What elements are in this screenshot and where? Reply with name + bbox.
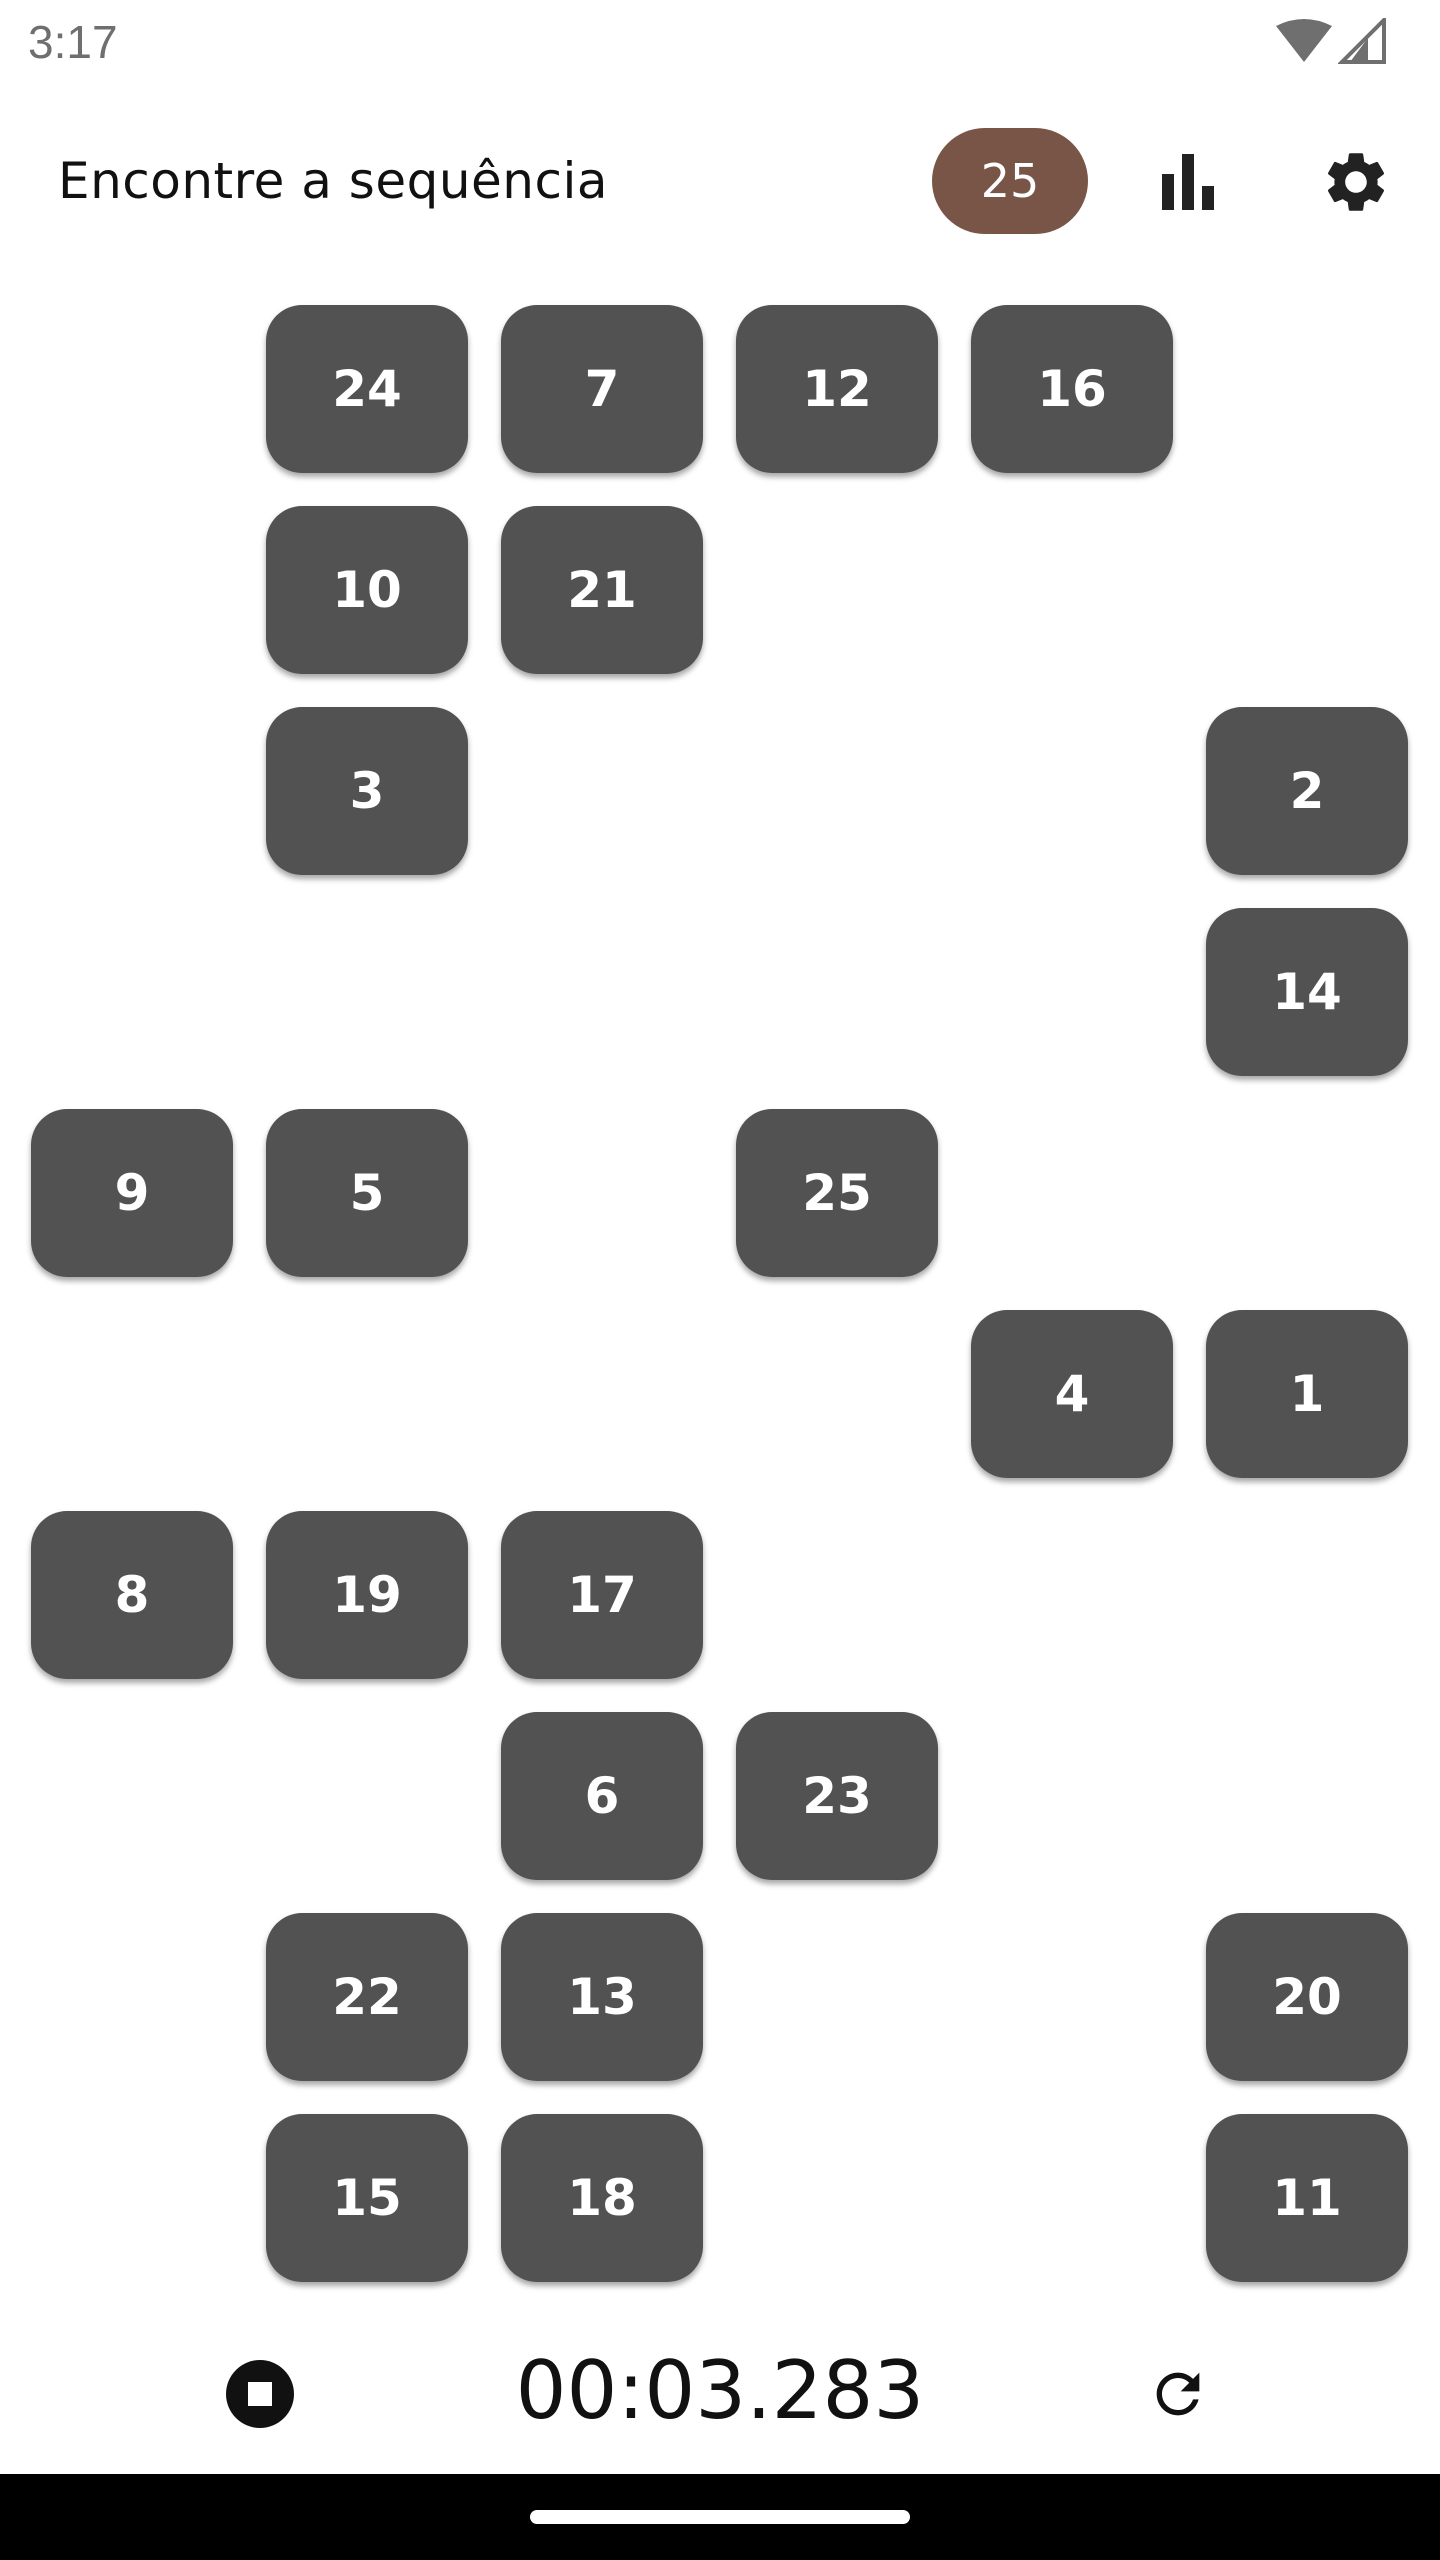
number-tile-20[interactable]: 20 <box>1206 1913 1408 2081</box>
number-tile-8[interactable]: 8 <box>31 1511 233 1679</box>
bar-chart-icon <box>1162 154 1214 210</box>
elapsed-timer: 00:03.283 <box>515 2344 925 2437</box>
number-tile-9[interactable]: 9 <box>31 1109 233 1277</box>
system-nav-bar <box>0 2474 1440 2560</box>
number-tile-15[interactable]: 15 <box>266 2114 468 2282</box>
refresh-icon <box>1156 2372 1200 2416</box>
number-tile-11[interactable]: 11 <box>1206 2114 1408 2282</box>
number-tile-12[interactable]: 12 <box>736 305 938 473</box>
status-icons <box>1274 18 1386 66</box>
cell-signal-icon <box>1338 18 1386 64</box>
number-tile-5[interactable]: 5 <box>266 1109 468 1277</box>
status-time: 3:17 <box>28 16 118 68</box>
page-title: Encontre a sequência <box>58 152 609 210</box>
number-tile-19[interactable]: 19 <box>266 1511 468 1679</box>
settings-button[interactable] <box>1316 142 1396 222</box>
number-tile-4[interactable]: 4 <box>971 1310 1173 1478</box>
number-tile-3[interactable]: 3 <box>266 707 468 875</box>
bottom-bar: 00:03.283 <box>0 2326 1440 2456</box>
number-tile-23[interactable]: 23 <box>736 1712 938 1880</box>
number-tile-2[interactable]: 2 <box>1206 707 1408 875</box>
remaining-count-badge: 25 <box>932 128 1088 234</box>
number-tile-1[interactable]: 1 <box>1206 1310 1408 1478</box>
number-tile-14[interactable]: 14 <box>1206 908 1408 1076</box>
stop-button[interactable] <box>220 2354 300 2434</box>
number-tile-18[interactable]: 18 <box>501 2114 703 2282</box>
home-gesture-handle[interactable] <box>530 2510 910 2524</box>
status-bar: 3:17 <box>0 0 1440 84</box>
app-bar: Encontre a sequência 25 <box>0 110 1440 250</box>
number-tile-17[interactable]: 17 <box>501 1511 703 1679</box>
number-tile-13[interactable]: 13 <box>501 1913 703 2081</box>
number-tile-7[interactable]: 7 <box>501 305 703 473</box>
number-tile-21[interactable]: 21 <box>501 506 703 674</box>
number-tile-25[interactable]: 25 <box>736 1109 938 1277</box>
number-tile-22[interactable]: 22 <box>266 1913 468 2081</box>
number-tile-24[interactable]: 24 <box>266 305 468 473</box>
number-tile-16[interactable]: 16 <box>971 305 1173 473</box>
stop-icon <box>226 2360 294 2428</box>
stats-button[interactable] <box>1148 142 1228 222</box>
number-tile-6[interactable]: 6 <box>501 1712 703 1880</box>
restart-button[interactable] <box>1138 2354 1218 2434</box>
gear-icon <box>1327 153 1385 211</box>
number-tile-10[interactable]: 10 <box>266 506 468 674</box>
